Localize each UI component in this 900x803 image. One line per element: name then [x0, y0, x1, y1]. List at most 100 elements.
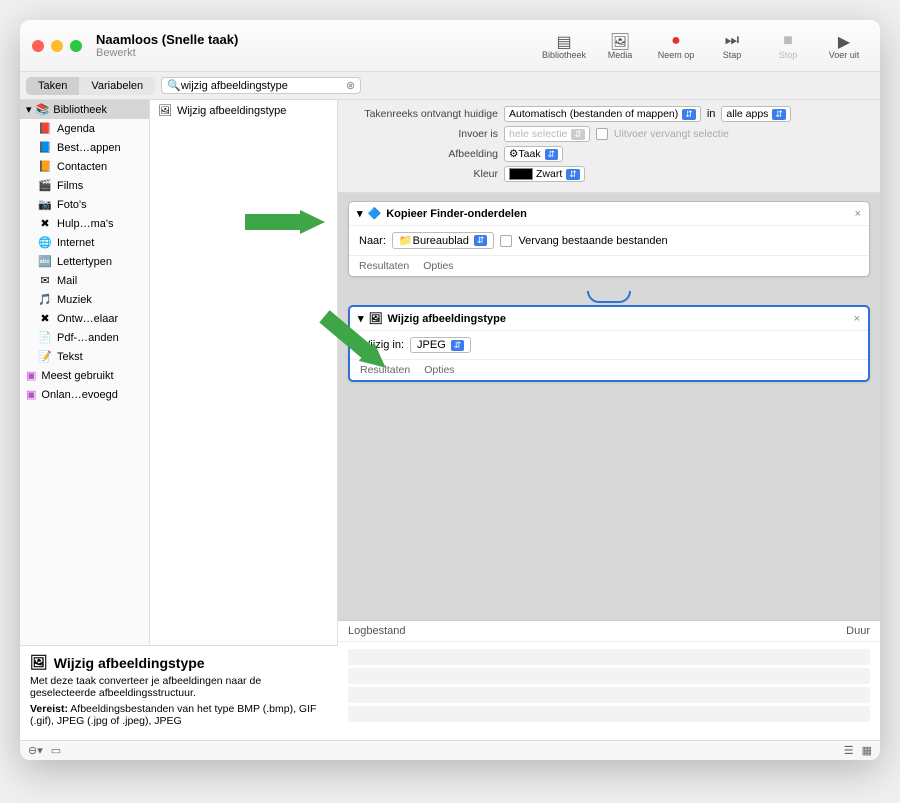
disclosure-triangle-icon: ▾ [26, 103, 32, 116]
config-image-select[interactable]: ⚙ Taak⇵ [504, 146, 563, 162]
action-connector [348, 291, 870, 305]
output-replaces-checkbox[interactable] [596, 128, 608, 140]
list-view-icon[interactable]: ☰ [844, 744, 854, 757]
category-icon: 📝 [38, 350, 52, 363]
config-color-select[interactable]: Zwart⇵ [504, 166, 585, 182]
options-tab[interactable]: Opties [423, 260, 453, 272]
category-icon: 📘 [38, 141, 52, 154]
sidebar-item[interactable]: 📕Agenda [20, 119, 149, 138]
gear-menu-icon[interactable]: ⊖▾ [28, 744, 43, 757]
sidebar-item[interactable]: 📙Contacten [20, 157, 149, 176]
sidebar-group[interactable]: ▣Meest gebruikt [20, 366, 149, 385]
titlebar: Naamloos (Snelle taak) Bewerkt ▤Biblioth… [20, 20, 880, 72]
sidebar-item[interactable]: 🌐Internet [20, 233, 149, 252]
preview-icon: 🖼 [158, 104, 172, 117]
category-icon: 🌐 [38, 236, 52, 249]
segment-control: Taken Variabelen [26, 77, 155, 95]
change-to-label: Wijzig in: [360, 339, 404, 351]
category-icon: 🎵 [38, 293, 52, 306]
step-tool-button[interactable]: ⏭Stap [708, 32, 756, 60]
view-icon[interactable]: ▭ [51, 744, 61, 757]
color-swatch [509, 168, 533, 180]
segment-tasks[interactable]: Taken [26, 77, 79, 95]
sidebar-item[interactable]: ✉Mail [20, 271, 149, 290]
library-tool-button[interactable]: ▤Bibliotheek [540, 32, 588, 60]
grid-view-icon[interactable]: ▦ [862, 744, 872, 757]
action-title: Wijzig afbeeldingstype [388, 313, 506, 325]
sidebar-item[interactable]: ✖Ontw…elaar [20, 309, 149, 328]
sidebar-group[interactable]: ▣Onlan…evoegd [20, 385, 149, 404]
options-tab[interactable]: Opties [424, 364, 454, 376]
library-sidebar: ▾ 📚 Bibliotheek 📕Agenda📘Best…appen📙Conta… [20, 100, 150, 740]
log-rows [338, 642, 880, 729]
sidebar-item[interactable]: 📝Tekst [20, 347, 149, 366]
log-col-duration[interactable]: Duur [846, 625, 870, 637]
workflow-area: Takenreeks ontvangt huidige Automatisch … [338, 100, 880, 740]
action-title: Kopieer Finder-onderdelen [386, 208, 527, 220]
search-input[interactable] [181, 80, 346, 92]
segment-variables[interactable]: Variabelen [79, 77, 155, 95]
config-input-label: Invoer is [348, 128, 498, 140]
config-color-label: Kleur [348, 168, 498, 180]
traffic-lights [32, 40, 82, 52]
status-bar: ⊖▾ ▭ ☰ ▦ [20, 740, 880, 760]
results-list: 🖼 Wijzig afbeeldingstype [150, 100, 338, 740]
search-row: Taken Variabelen 🔍 ⊗ [20, 72, 880, 100]
category-icon: ✖ [38, 312, 52, 325]
config-receives-select[interactable]: Automatisch (bestanden of mappen)⇵ [504, 106, 701, 122]
category-icon: 📙 [38, 160, 52, 173]
finder-icon: 🔷 [368, 207, 382, 220]
config-input-select[interactable]: hele selectie⇵ [504, 126, 590, 142]
close-window-button[interactable] [32, 40, 44, 52]
workflow-config: Takenreeks ontvangt huidige Automatisch … [338, 100, 880, 193]
stack-icon: 📚 [36, 103, 50, 116]
destination-select[interactable]: 📁 Bureaublad⇵ [392, 232, 495, 249]
minimize-window-button[interactable] [51, 40, 63, 52]
preview-icon: 🖼 [369, 312, 383, 325]
category-icon: 📄 [38, 331, 52, 344]
automator-window: Naamloos (Snelle taak) Bewerkt ▤Biblioth… [20, 20, 880, 760]
maximize-window-button[interactable] [70, 40, 82, 52]
category-icon: 📷 [38, 198, 52, 211]
replace-existing-checkbox[interactable] [500, 235, 512, 247]
sidebar-item[interactable]: 📷Foto's [20, 195, 149, 214]
config-image-label: Afbeelding [348, 148, 498, 160]
clear-search-icon[interactable]: ⊗ [346, 79, 355, 92]
config-receives-label: Takenreeks ontvangt huidige [348, 108, 498, 120]
workflow-canvas[interactable]: ▾ 🔷 Kopieer Finder-onderdelen × Naar: 📁 … [338, 193, 880, 620]
preview-icon: 🖼 [30, 654, 48, 671]
action-change-image-type[interactable]: ▾ 🖼 Wijzig afbeeldingstype × Wijzig in: … [348, 305, 870, 382]
sidebar-item[interactable]: 📄Pdf-…anden [20, 328, 149, 347]
stop-tool-button: ■Stop [764, 32, 812, 60]
sidebar-item[interactable]: 📘Best…appen [20, 138, 149, 157]
record-tool-button[interactable]: ●Neem op [652, 32, 700, 60]
search-icon: 🔍 [167, 79, 181, 92]
media-tool-button[interactable]: 🖼Media [596, 32, 644, 60]
description-pane: 🖼Wijzig afbeeldingstype Met deze taak co… [20, 645, 338, 740]
results-tab[interactable]: Resultaten [359, 260, 409, 272]
action-copy-finder[interactable]: ▾ 🔷 Kopieer Finder-onderdelen × Naar: 📁 … [348, 201, 870, 277]
disclosure-icon[interactable]: ▾ [358, 312, 364, 325]
sidebar-item[interactable]: 🎬Films [20, 176, 149, 195]
results-tab[interactable]: Resultaten [360, 364, 410, 376]
result-item[interactable]: 🖼 Wijzig afbeeldingstype [150, 100, 337, 121]
sidebar-item[interactable]: 🔤Lettertypen [20, 252, 149, 271]
library-header[interactable]: ▾ 📚 Bibliotheek [20, 100, 149, 119]
category-icon: 📕 [38, 122, 52, 135]
category-icon: ✖ [38, 217, 52, 230]
run-tool-button[interactable]: ▶Voer uit [820, 32, 868, 60]
log-col-log[interactable]: Logbestand [348, 625, 846, 637]
sidebar-item[interactable]: ✖Hulp…ma's [20, 214, 149, 233]
log-pane: Logbestand Duur [338, 620, 880, 740]
window-title: Naamloos (Snelle taak) [96, 32, 238, 47]
remove-action-button[interactable]: × [855, 208, 861, 220]
description-body: Met deze taak converteer je afbeeldingen… [30, 675, 328, 699]
search-box[interactable]: 🔍 ⊗ [161, 77, 361, 94]
sidebar-item[interactable]: 🎵Muziek [20, 290, 149, 309]
disclosure-icon[interactable]: ▾ [357, 207, 363, 220]
remove-action-button[interactable]: × [854, 313, 860, 325]
category-icon: 🔤 [38, 255, 52, 268]
config-apps-select[interactable]: alle apps⇵ [721, 106, 791, 122]
category-icon: ✉ [38, 274, 52, 287]
format-select[interactable]: JPEG⇵ [410, 337, 471, 353]
